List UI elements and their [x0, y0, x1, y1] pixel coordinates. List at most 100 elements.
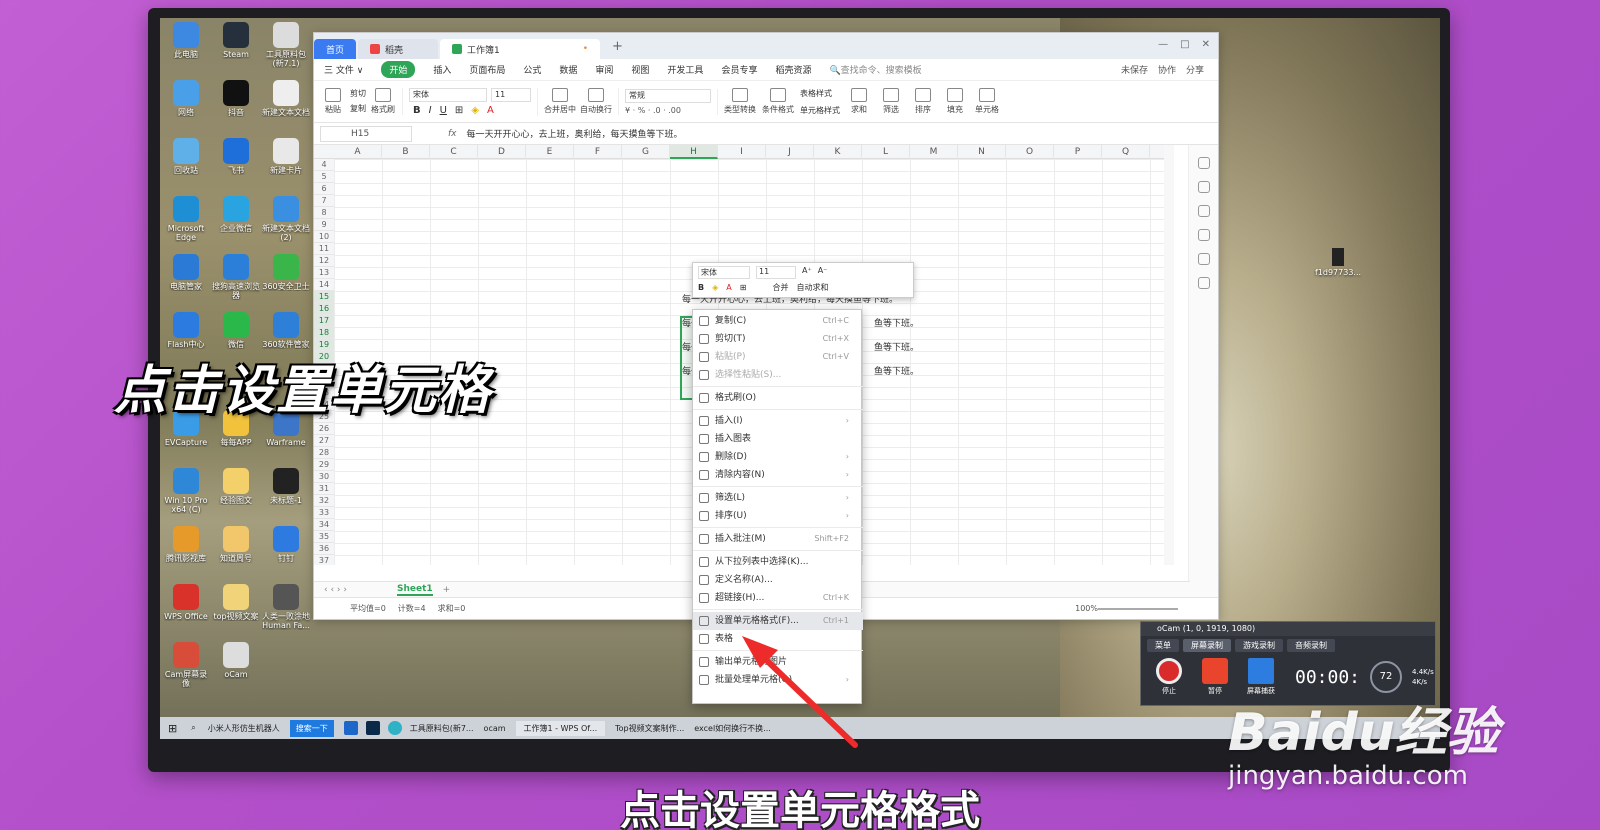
taskbar-item-excel[interactable]: excel如何换行不换...: [694, 723, 771, 734]
sum-button[interactable]: 求和: [846, 88, 872, 115]
taskbar-item-ocam[interactable]: ocam: [484, 724, 506, 733]
search-icon[interactable]: ⌕: [191, 723, 195, 733]
formula-input[interactable]: 每一天开开心心，去上班，奥利给，每天摸鱼等下班。: [467, 127, 683, 140]
menu-file[interactable]: 三 文件 ∨: [324, 63, 363, 76]
edge-icon[interactable]: [387, 721, 402, 735]
unsaved-status[interactable]: 未保存: [1121, 63, 1148, 76]
context-menu-item[interactable]: 插入图表: [693, 430, 863, 448]
desktop-icon[interactable]: 回收站: [162, 138, 210, 175]
desktop-icon[interactable]: top视频文案: [212, 584, 260, 621]
wrap-text-button[interactable]: 自动换行: [580, 88, 612, 115]
desktop-icon[interactable]: 新建文本文档: [262, 80, 310, 117]
zoom-slider[interactable]: [1098, 608, 1178, 610]
context-menu-item[interactable]: 插入批注(M) Shift+F2: [693, 530, 863, 548]
desktop-icon[interactable]: 微信: [212, 312, 260, 349]
add-sheet-button[interactable]: +: [443, 585, 451, 595]
context-menu-item[interactable]: 筛选(L) ›: [693, 489, 863, 507]
image-tool-icon[interactable]: [1197, 253, 1210, 265]
zoom-level[interactable]: 100%: [1075, 604, 1098, 613]
row-header[interactable]: 15: [314, 291, 334, 303]
menu-docer-resources[interactable]: 稻壳资源: [775, 63, 811, 76]
share-button[interactable]: 分享: [1186, 63, 1204, 76]
row-header[interactable]: 16: [314, 303, 334, 315]
cell-style-button[interactable]: 单元格样式: [800, 105, 840, 116]
font-family-select[interactable]: 宋体: [409, 87, 487, 102]
column-header[interactable]: I: [718, 145, 766, 159]
context-menu-item[interactable]: 清除内容(N) ›: [693, 466, 863, 484]
row-header[interactable]: 4: [314, 159, 334, 171]
table-style-button[interactable]: 表格样式: [800, 88, 840, 99]
number-format-buttons[interactable]: ¥ · % · .0 · .00: [625, 106, 711, 115]
menu-data[interactable]: 数据: [559, 63, 577, 76]
row-header[interactable]: 34: [314, 519, 334, 531]
ocam-tab-screen[interactable]: 屏幕录制: [1183, 639, 1231, 652]
taskbar-item-browser[interactable]: 小米人形仿生机器人: [208, 723, 280, 734]
conditional-format-button[interactable]: 条件格式: [762, 88, 794, 115]
taskbar-item-wps[interactable]: 工作簿1 - WPS Of...: [515, 720, 606, 736]
context-menu-item[interactable]: 定义名称(A)...: [693, 571, 863, 589]
shrink-font-icon[interactable]: A⁻: [818, 266, 828, 279]
italic-button[interactable]: I: [429, 105, 432, 116]
menu-start[interactable]: 开始: [381, 61, 416, 78]
row-header[interactable]: 5: [314, 171, 334, 183]
row-header[interactable]: 29: [314, 459, 334, 471]
tab-workbook[interactable]: 工作簿1 •: [440, 39, 601, 59]
font-color-icon[interactable]: A: [487, 105, 494, 116]
desktop-icon[interactable]: 人类一败涂地 Human Fa...: [262, 584, 310, 630]
copy-button[interactable]: 复制: [350, 103, 366, 114]
desktop-file-icon[interactable]: f1d97733...: [1308, 248, 1368, 277]
mail-icon[interactable]: [343, 721, 358, 735]
row-header[interactable]: 31: [314, 483, 334, 495]
column-header[interactable]: O: [1006, 145, 1054, 159]
menu-member[interactable]: 会员专享: [721, 63, 757, 76]
ocam-stop-button[interactable]: 停止: [1151, 658, 1187, 696]
fill-color-icon[interactable]: ◈: [471, 105, 479, 116]
desktop-icon[interactable]: 知道周号: [212, 526, 260, 563]
start-icon[interactable]: ⊞: [168, 722, 177, 735]
desktop-icon[interactable]: oCam: [212, 642, 260, 679]
help-icon[interactable]: [1197, 229, 1210, 241]
row-header[interactable]: 12: [314, 255, 334, 267]
bold-button[interactable]: B: [413, 105, 421, 116]
row-header[interactable]: 35: [314, 531, 334, 543]
type-convert-button[interactable]: 类型转换: [724, 88, 756, 115]
desktop-icon[interactable]: 未标题-1: [262, 468, 310, 505]
format-painter-button[interactable]: 格式刷: [370, 88, 396, 115]
desktop-icon[interactable]: 网络: [162, 80, 210, 117]
column-header[interactable]: C: [430, 145, 478, 159]
column-header[interactable]: N: [958, 145, 1006, 159]
ocam-tab-game[interactable]: 游戏录制: [1235, 639, 1283, 652]
context-menu-item[interactable]: 超链接(H)... Ctrl+K: [693, 589, 863, 607]
font-size-select[interactable]: 11: [491, 87, 531, 102]
close-button[interactable]: ✕: [1202, 39, 1210, 50]
desktop-icon[interactable]: 飞书: [212, 138, 260, 175]
mini-size-select[interactable]: 11: [756, 266, 796, 279]
column-header[interactable]: K: [814, 145, 862, 159]
column-header[interactable]: F: [574, 145, 622, 159]
name-box[interactable]: H15: [320, 125, 412, 142]
underline-button[interactable]: U: [440, 105, 447, 116]
mini-fill-color-icon[interactable]: ◈: [712, 283, 718, 292]
context-menu-item[interactable]: 批量处理单元格(Q) ›: [693, 671, 863, 689]
column-header[interactable]: J: [766, 145, 814, 159]
context-menu-item[interactable]: 从下拉列表中选择(K)...: [693, 553, 863, 571]
row-header[interactable]: 11: [314, 243, 334, 255]
column-header[interactable]: B: [382, 145, 430, 159]
fx-icon[interactable]: fx: [448, 129, 457, 139]
new-tab-button[interactable]: +: [612, 39, 623, 54]
filter-button[interactable]: 筛选: [878, 88, 904, 115]
column-header[interactable]: L: [862, 145, 910, 159]
row-header[interactable]: 8: [314, 207, 334, 219]
menu-review[interactable]: 审阅: [595, 63, 613, 76]
row-header[interactable]: 32: [314, 495, 334, 507]
cell-button[interactable]: 单元格: [974, 88, 1000, 115]
number-format-select[interactable]: 常规: [625, 88, 711, 103]
column-header[interactable]: P: [1054, 145, 1102, 159]
menu-formula[interactable]: 公式: [523, 63, 541, 76]
minimize-button[interactable]: —: [1158, 39, 1168, 50]
desktop-icon[interactable]: 工具原料包(新7.1): [262, 22, 310, 68]
mini-border-icon[interactable]: ⊞: [740, 283, 747, 292]
column-header[interactable]: E: [526, 145, 574, 159]
row-header[interactable]: 28: [314, 447, 334, 459]
desktop-icon[interactable]: Flash中心: [162, 312, 210, 349]
